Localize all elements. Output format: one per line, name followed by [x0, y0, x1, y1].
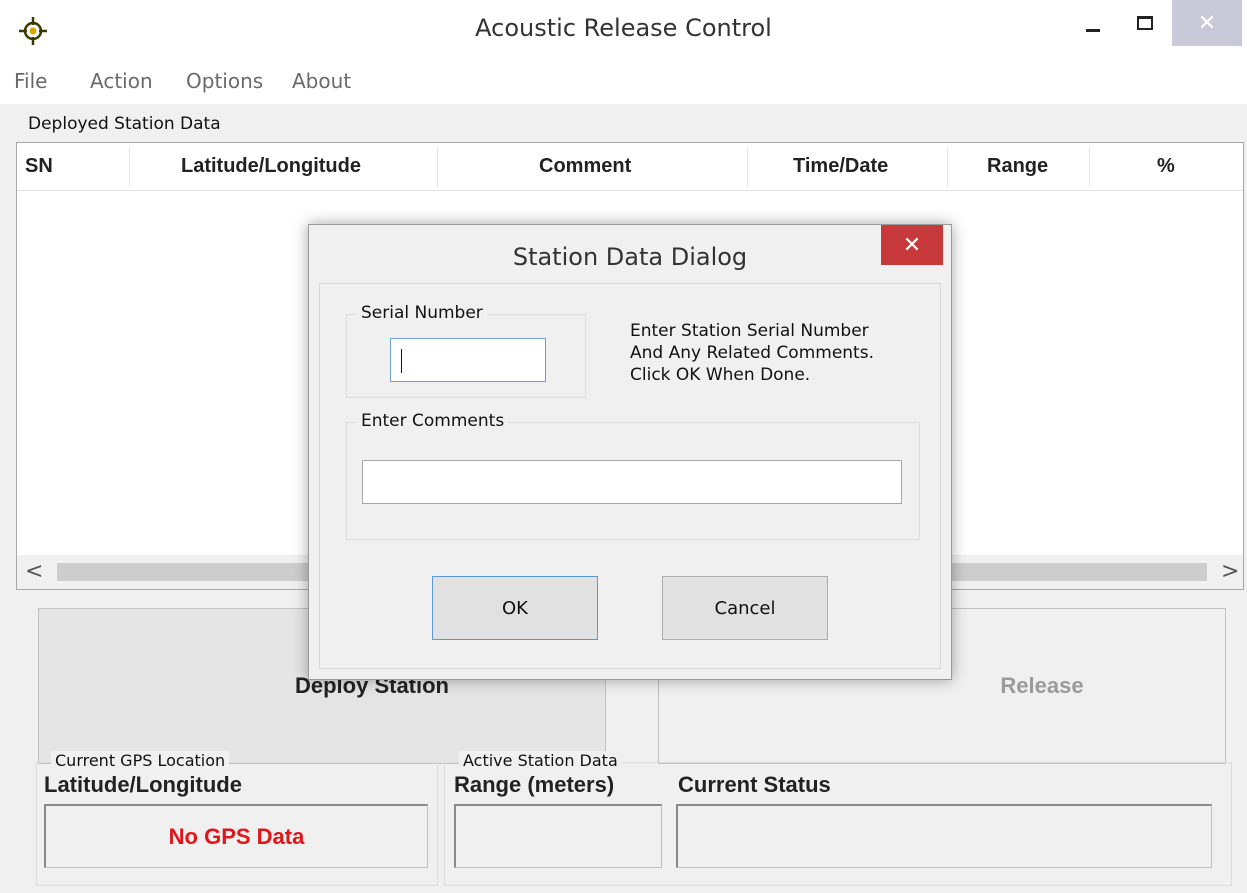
deployed-station-label: Deployed Station Data: [28, 114, 221, 134]
column-divider[interactable]: [129, 147, 130, 187]
scroll-right-icon[interactable]: >: [1221, 559, 1239, 584]
serial-number-input[interactable]: [390, 338, 546, 382]
active-station-label: Active Station Data: [459, 751, 622, 770]
status-value-box: [676, 804, 1212, 868]
column-header-range[interactable]: Range: [987, 155, 1048, 178]
gps-value: No GPS Data: [168, 823, 305, 849]
menu-bar: File Action Options About: [0, 64, 1247, 104]
comments-input[interactable]: [362, 460, 902, 504]
column-header-latlon[interactable]: Latitude/Longitude: [181, 155, 361, 178]
instruction-line: And Any Related Comments.: [630, 343, 874, 363]
gps-heading: Latitude/Longitude: [44, 772, 242, 797]
cancel-button[interactable]: Cancel: [662, 576, 828, 640]
column-divider[interactable]: [947, 147, 948, 187]
ok-label: OK: [502, 597, 528, 619]
dialog-title: Station Data Dialog: [512, 243, 748, 271]
close-icon: ✕: [1197, 10, 1217, 36]
minimize-button[interactable]: [1068, 0, 1118, 46]
instruction-text: Enter Station Serial Number And Any Rela…: [630, 320, 874, 386]
menu-file[interactable]: File: [14, 69, 47, 93]
title-bar: Acoustic Release Control ✕: [0, 0, 1247, 64]
gps-value-box: No GPS Data: [44, 804, 428, 868]
menu-about[interactable]: About: [292, 69, 351, 93]
column-header-sn[interactable]: SN: [25, 155, 53, 178]
window-title: Acoustic Release Control: [475, 14, 772, 42]
column-divider[interactable]: [747, 147, 748, 187]
maximize-icon: [1137, 16, 1153, 30]
cancel-label: Cancel: [714, 597, 776, 619]
minimize-icon: [1086, 28, 1100, 32]
dialog-title-bar: Station Data Dialog ✕: [309, 225, 951, 283]
ok-button[interactable]: OK: [432, 576, 598, 640]
comments-label: Enter Comments: [357, 411, 509, 431]
maximize-button[interactable]: [1120, 0, 1170, 46]
instruction-line: Click OK When Done.: [630, 365, 811, 385]
serial-number-label: Serial Number: [357, 303, 487, 323]
dialog-close-button[interactable]: ✕: [881, 225, 943, 265]
gps-group-label: Current GPS Location: [51, 751, 230, 770]
column-divider[interactable]: [437, 147, 438, 187]
text-caret: [401, 349, 402, 373]
status-heading: Current Status: [678, 772, 831, 797]
range-value-box: [454, 804, 662, 868]
window-close-button[interactable]: ✕: [1172, 0, 1242, 46]
menu-options[interactable]: Options: [186, 69, 263, 93]
column-header-comment[interactable]: Comment: [539, 155, 631, 178]
list-header: SN Latitude/Longitude Comment Time/Date …: [17, 143, 1243, 191]
instruction-line: Enter Station Serial Number: [630, 321, 869, 341]
column-divider[interactable]: [1089, 147, 1090, 187]
column-header-timedate[interactable]: Time/Date: [793, 155, 888, 178]
close-icon: ✕: [902, 232, 922, 258]
scroll-left-icon[interactable]: <: [25, 559, 43, 584]
range-heading: Range (meters): [454, 772, 615, 797]
column-header-percent[interactable]: %: [1157, 155, 1175, 178]
menu-action[interactable]: Action: [90, 69, 153, 93]
